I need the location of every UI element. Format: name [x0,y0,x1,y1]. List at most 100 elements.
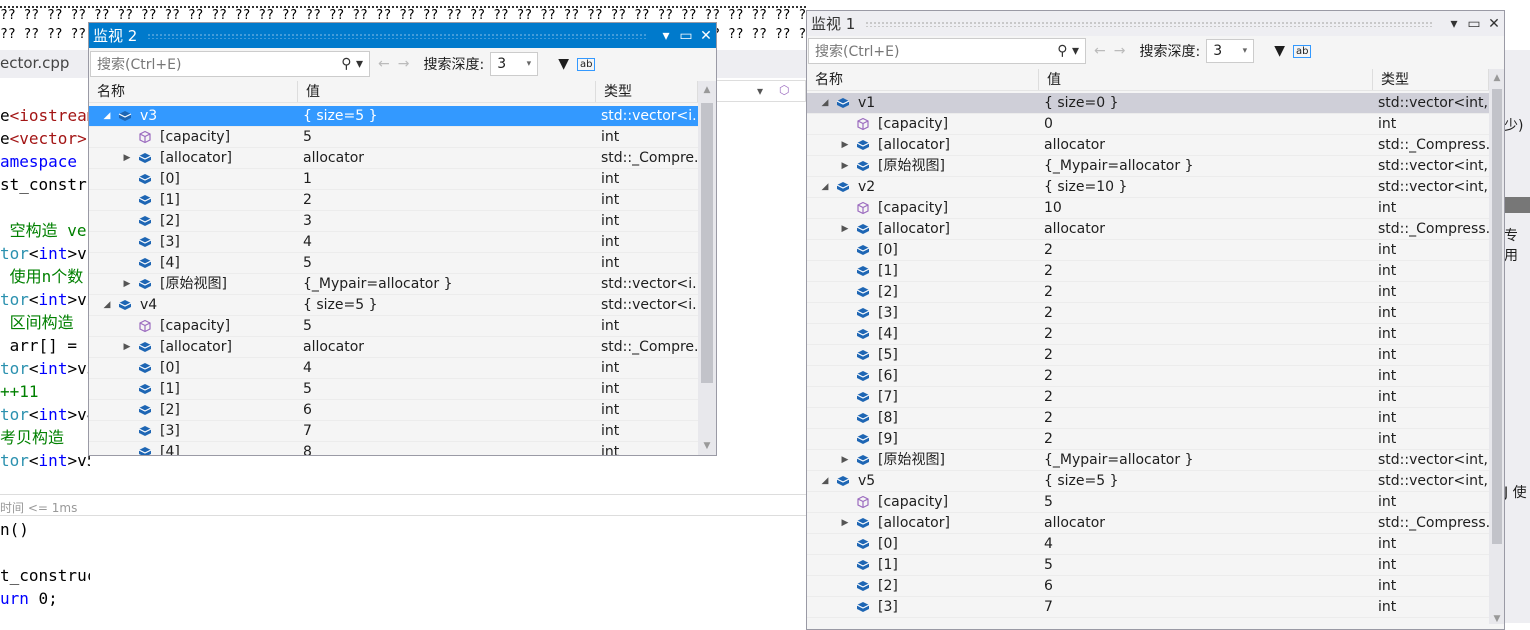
column-type-header[interactable]: 类型 [1373,69,1489,90]
row-value-cell[interactable]: 4 [298,232,596,252]
row-value-cell[interactable]: 2 [298,190,596,210]
watch-row[interactable]: [0] 1 int [89,169,698,190]
watch-row[interactable]: ▶ [原始视图] {_Mypair=allocator } std::vector<i… [807,450,1489,471]
watch-row[interactable]: [0] 2 int [807,240,1489,261]
watch-row[interactable]: [2] 6 int [807,576,1489,597]
dropdown-icon[interactable]: ▾ [1444,16,1464,32]
expanded-triangle-icon[interactable]: ◢ [101,295,113,315]
back-arrow-icon[interactable]: ← [1094,43,1106,59]
row-value-cell[interactable]: {_Mypair=allocator } [298,274,596,294]
row-value-cell[interactable]: 2 [1039,240,1373,260]
column-value-header[interactable]: 值 [1039,69,1373,90]
collapsed-triangle-icon[interactable]: ▶ [839,219,851,239]
watch-row[interactable]: [8] 2 int [807,408,1489,429]
watch-row[interactable]: ◢ v5 { size=5 } std::vector<int,... [807,471,1489,492]
column-name-header[interactable]: 名称 [89,81,298,102]
row-value-cell[interactable]: allocator [1039,219,1373,239]
collapsed-triangle-icon[interactable]: ▶ [121,337,133,357]
vertical-scrollbar[interactable]: ▲ ▼ [698,81,716,455]
watch-row[interactable]: ▶ [原始视图] {_Mypair=allocator } std::vector<i… [807,156,1489,177]
row-value-cell[interactable]: 2 [1039,261,1373,281]
collapsed-triangle-icon[interactable]: ▶ [121,148,133,168]
row-value-cell[interactable]: 6 [1039,576,1373,596]
row-value-cell[interactable]: allocator [1039,135,1373,155]
row-value-cell[interactable]: { size=5 } [298,106,596,126]
expanded-triangle-icon[interactable]: ◢ [819,471,831,491]
row-value-cell[interactable]: 8 [298,442,596,455]
row-value-cell[interactable]: {_Mypair=allocator } [1039,450,1373,470]
row-value-cell[interactable]: { size=10 } [1039,177,1373,197]
row-value-cell[interactable]: 2 [1039,324,1373,344]
row-value-cell[interactable]: 2 [1039,387,1373,407]
expanded-triangle-icon[interactable]: ◢ [819,93,831,113]
row-value-cell[interactable]: 2 [1039,303,1373,323]
watch-row[interactable]: ▶ [allocator] allocator std::_Compress... [807,219,1489,240]
row-value-cell[interactable]: allocator [298,337,596,357]
show-raw-tab-icon[interactable]: ab [1292,44,1312,58]
watch-row[interactable]: [capacity] 5 int [89,127,698,148]
maximize-icon[interactable]: ▭ [1464,16,1484,32]
watch-row[interactable]: [1] 2 int [89,190,698,211]
watch-row[interactable]: [2] 6 int [89,400,698,421]
watch-row[interactable]: ◢ v4 { size=5 } std::vector<i... [89,295,698,316]
search-icon[interactable]: ⚲ ▾ [1057,43,1079,59]
watch-row[interactable]: ▶ [allocator] allocator std::_Compre... [89,337,698,358]
row-value-cell[interactable]: 2 [1039,408,1373,428]
watch-row[interactable]: [capacity] 0 int [807,114,1489,135]
filter-pin-icon[interactable]: ▼ [1274,43,1285,59]
search-icon[interactable]: ⚲ ▾ [341,56,363,72]
watch-row[interactable]: [1] 5 int [807,555,1489,576]
dropdown-icon[interactable]: ▾ [656,28,676,44]
watch-row[interactable]: [2] 3 int [89,211,698,232]
close-icon[interactable]: ✕ [696,28,716,44]
watch-row[interactable]: ◢ v2 { size=10 } std::vector<int,... [807,177,1489,198]
row-value-cell[interactable]: 5 [298,316,596,336]
watch-row[interactable]: ◢ v1 { size=0 } std::vector<int,... [807,93,1489,114]
expanded-triangle-icon[interactable]: ◢ [101,106,113,126]
maximize-icon[interactable]: ▭ [676,28,696,44]
row-value-cell[interactable]: 4 [1039,534,1373,554]
back-arrow-icon[interactable]: ← [378,56,390,72]
search-input[interactable]: 搜索(Ctrl+E) ⚲ ▾ [90,51,370,77]
row-value-cell[interactable]: 5 [298,127,596,147]
watch-row[interactable]: [9] 2 int [807,429,1489,450]
row-value-cell[interactable]: 5 [1039,492,1373,512]
file-tab[interactable]: ector.cpp [0,54,69,72]
column-type-header[interactable]: 类型 [596,81,698,102]
collapsed-triangle-icon[interactable]: ▶ [839,513,851,533]
watch-row[interactable]: ◢ v3 { size=5 } std::vector<i... [89,106,698,127]
row-value-cell[interactable]: 1 [298,169,596,189]
watch-row[interactable]: [capacity] 5 int [89,316,698,337]
watch-row[interactable]: ▶ [allocator] allocator std::_Compress... [807,513,1489,534]
row-value-cell[interactable]: 7 [1039,597,1373,617]
row-value-cell[interactable]: 4 [298,358,596,378]
watch-row[interactable]: [1] 5 int [89,379,698,400]
expanded-triangle-icon[interactable]: ◢ [819,177,831,197]
watch-row[interactable]: [0] 4 int [89,358,698,379]
search-input[interactable]: 搜索(Ctrl+E) ⚲ ▾ [808,38,1086,64]
watch-row[interactable]: [6] 2 int [807,366,1489,387]
watch-2-titlebar[interactable]: 监视 2 ▾ ▭ ✕ [89,23,716,48]
row-value-cell[interactable]: 2 [1039,345,1373,365]
watch-1-titlebar[interactable]: 监视 1 ▾ ▭ ✕ [807,11,1504,36]
row-value-cell[interactable]: 2 [1039,429,1373,449]
row-value-cell[interactable]: 5 [298,379,596,399]
watch-row[interactable]: [capacity] 5 int [807,492,1489,513]
row-value-cell[interactable]: 5 [298,253,596,273]
watch-row[interactable]: [3] 2 int [807,303,1489,324]
row-value-cell[interactable]: 2 [1039,282,1373,302]
row-value-cell[interactable]: {_Mypair=allocator } [1039,156,1373,176]
filter-pin-icon[interactable]: ▼ [558,56,569,72]
row-value-cell[interactable]: 3 [298,211,596,231]
row-value-cell[interactable]: 5 [1039,555,1373,575]
collapsed-triangle-icon[interactable]: ▶ [839,135,851,155]
collapsed-triangle-icon[interactable]: ▶ [839,156,851,176]
watch-row[interactable]: ▶ [allocator] allocator std::_Compre... [89,148,698,169]
watch-row[interactable]: [capacity] 10 int [807,198,1489,219]
watch-row[interactable]: [1] 2 int [807,261,1489,282]
show-raw-tab-icon[interactable]: ab [576,57,596,71]
watch-row[interactable]: ▶ [原始视图] {_Mypair=allocator } std::vector<i… [89,274,698,295]
watch-row[interactable]: [2] 2 int [807,282,1489,303]
row-value-cell[interactable]: 2 [1039,366,1373,386]
row-value-cell[interactable]: allocator [298,148,596,168]
